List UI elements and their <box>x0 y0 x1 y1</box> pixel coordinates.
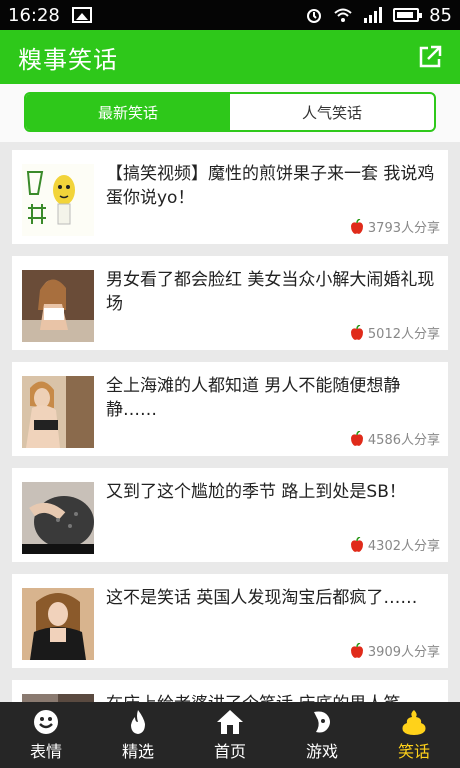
nav-item-emoji[interactable]: 表情 <box>0 702 92 768</box>
apple-icon <box>350 536 363 552</box>
share-count: 3793人分享 <box>349 217 440 236</box>
nav-label: 笑话 <box>397 742 430 761</box>
battery-icon <box>393 8 423 22</box>
nav-item-games[interactable]: 游戏 <box>276 702 368 768</box>
item-title: 这不是笑话 英国人发现淘宝后都疯了…… <box>106 588 418 608</box>
share-count: 3909人分享 <box>349 641 440 660</box>
nav-item-home[interactable]: 首页 <box>184 702 276 768</box>
thumbnail-image <box>22 482 94 554</box>
thumbnail-image <box>22 694 94 702</box>
thumbnail-image <box>22 588 94 660</box>
share-count-text: 4586人分享 <box>367 433 440 448</box>
share-count-text: 3793人分享 <box>367 221 440 236</box>
apple-icon <box>350 324 363 340</box>
apple-icon <box>350 430 363 446</box>
share-button[interactable] <box>416 43 444 71</box>
nav-label: 首页 <box>213 742 246 761</box>
thumbnail-image <box>22 164 94 236</box>
apple-icon <box>350 218 363 234</box>
list-item[interactable]: 在床上给老婆讲了个笑话 床底的男人笑 <box>12 680 448 702</box>
list-item[interactable]: 这不是笑话 英国人发现淘宝后都疯了…… 3909人分享 <box>12 574 448 668</box>
flame-icon <box>131 710 145 734</box>
status-time: 16:28 <box>8 4 60 26</box>
thumbnail-image <box>22 270 94 342</box>
wifi-icon <box>334 8 352 22</box>
item-title: 全上海滩的人都知道 男人不能随便想静静…… <box>106 376 401 420</box>
segmented-tabs: 最新笑话 人气笑话 <box>24 92 436 132</box>
item-title: 【搞笑视频】魔性的煎饼果子来一套 我说鸡蛋你说yo！ <box>106 164 435 208</box>
thumbnail-image <box>22 376 94 448</box>
list-item[interactable]: 全上海滩的人都知道 男人不能随便想静静…… 4586人分享 <box>12 362 448 456</box>
nav-label: 精选 <box>121 742 154 761</box>
share-count: 4302人分享 <box>349 535 440 554</box>
share-count: 4586人分享 <box>349 429 440 448</box>
image-notification-icon <box>71 7 92 23</box>
home-icon <box>217 710 243 734</box>
item-title: 在床上给老婆讲了个笑话 床底的男人笑 <box>106 692 440 702</box>
bottom-nav: 表情 精选 首页 游戏 笑话 <box>0 702 460 768</box>
share-count-text: 3909人分享 <box>367 645 440 660</box>
joke-list[interactable]: 【搞笑视频】魔性的煎饼果子来一套 我说鸡蛋你说yo！ 3793人分享 男女看了都… <box>0 142 460 702</box>
nav-label: 表情 <box>29 742 62 761</box>
nav-label: 游戏 <box>305 742 338 761</box>
smiley-icon <box>34 710 58 734</box>
nav-item-jokes[interactable]: 笑话 <box>368 702 460 768</box>
joke-icon <box>402 710 426 735</box>
share-icon <box>419 45 442 68</box>
app-title: 糗事笑话 <box>18 45 118 74</box>
apple-icon <box>350 642 363 658</box>
battery-level: 85 <box>429 4 452 26</box>
tab-popular[interactable]: 人气笑话 <box>230 94 434 130</box>
list-item[interactable]: 又到了这个尴尬的季节 路上到处是SB！ 4302人分享 <box>12 468 448 562</box>
status-icons: 85 <box>305 5 452 26</box>
list-item[interactable]: 【搞笑视频】魔性的煎饼果子来一套 我说鸡蛋你说yo！ 3793人分享 <box>12 150 448 244</box>
signal-icon <box>364 7 383 23</box>
game-icon <box>314 711 330 733</box>
item-title: 男女看了都会脸红 美女当众小解大闹婚礼现场 <box>106 270 435 314</box>
item-title: 又到了这个尴尬的季节 路上到处是SB！ <box>106 482 406 502</box>
share-count-text: 5012人分享 <box>367 327 440 342</box>
tabs-area: 最新笑话 人气笑话 <box>0 84 460 142</box>
list-item[interactable]: 男女看了都会脸红 美女当众小解大闹婚礼现场 5012人分享 <box>12 256 448 350</box>
nav-item-featured[interactable]: 精选 <box>92 702 184 768</box>
app-header: 糗事笑话 <box>0 30 460 84</box>
share-count-text: 4302人分享 <box>367 539 440 554</box>
tab-latest[interactable]: 最新笑话 <box>26 94 230 130</box>
status-bar: 16:28 85 <box>0 0 460 30</box>
share-count: 5012人分享 <box>349 323 440 342</box>
alarm-icon <box>307 9 322 23</box>
